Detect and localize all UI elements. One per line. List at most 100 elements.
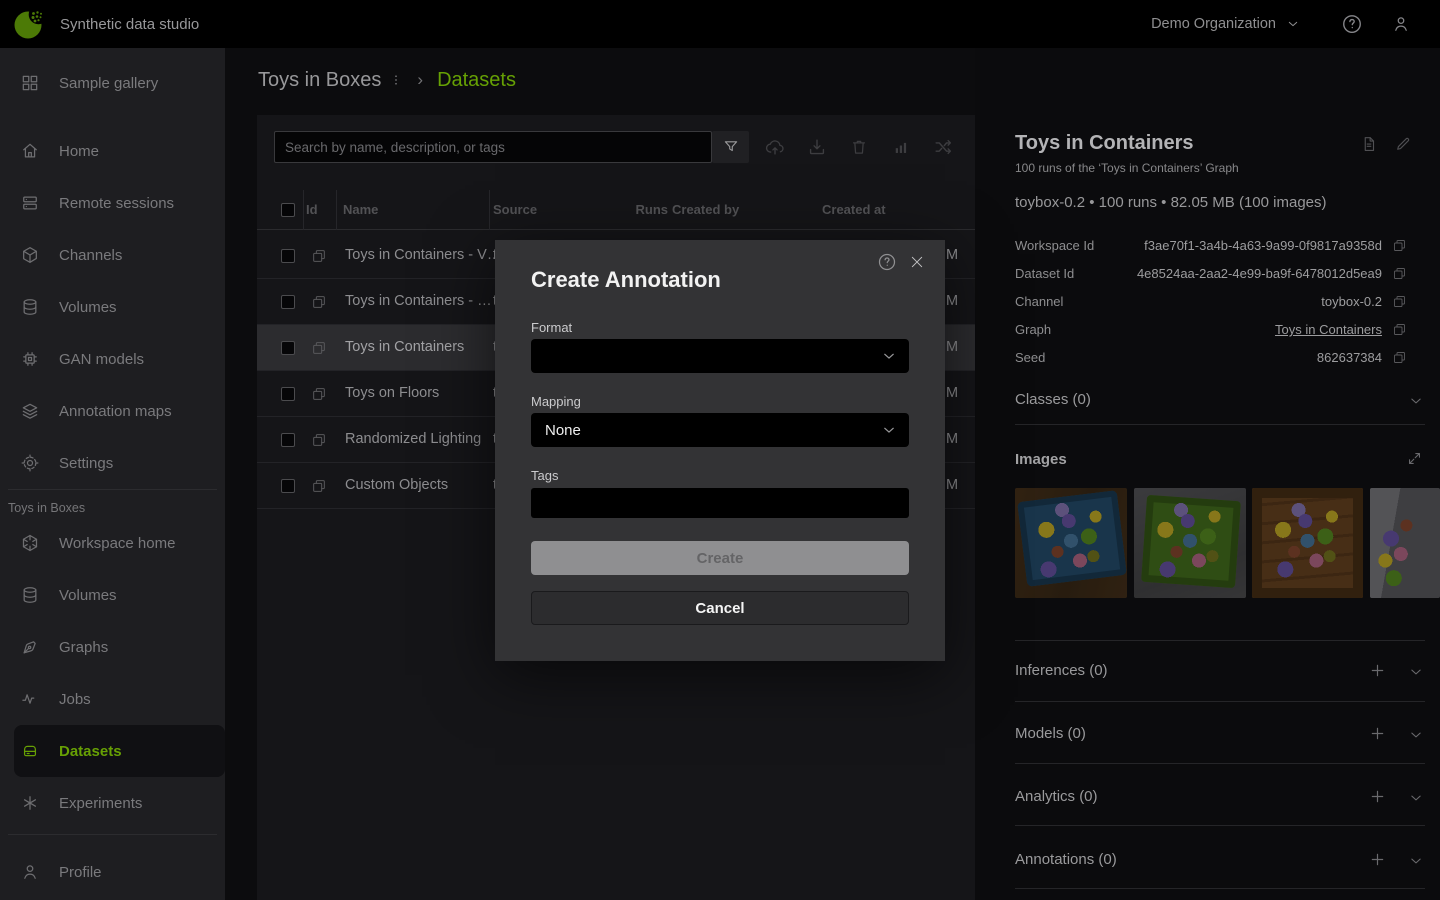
sidebar-item-channels[interactable]: Channels bbox=[0, 229, 225, 281]
dataset-name[interactable]: Randomized Lighting bbox=[345, 431, 481, 447]
plus-icon bbox=[1368, 724, 1387, 743]
chevron-down-icon[interactable] bbox=[1407, 392, 1425, 410]
column-header-id[interactable]: Id bbox=[306, 202, 318, 217]
column-header-runs[interactable]: Runs bbox=[612, 202, 668, 217]
copy-value-button[interactable] bbox=[1392, 238, 1407, 253]
sidebar-item-ws-volumes[interactable]: Volumes bbox=[0, 569, 225, 621]
section-annotations[interactable]: Annotations (0) bbox=[1015, 849, 1425, 873]
sidebar-item-annotation-maps[interactable]: Annotation maps bbox=[0, 385, 225, 437]
section-divider bbox=[1015, 825, 1425, 826]
view-document-button[interactable] bbox=[1360, 135, 1378, 153]
search-input[interactable] bbox=[274, 131, 712, 163]
sidebar-item-settings[interactable]: Settings bbox=[0, 437, 225, 489]
sidebar-item-gan-models[interactable]: GAN models bbox=[0, 333, 225, 385]
sidebar-item-jobs[interactable]: Jobs bbox=[0, 673, 225, 725]
analytics-button[interactable] bbox=[889, 135, 913, 159]
cancel-button[interactable]: Cancel bbox=[531, 591, 909, 625]
graph-link[interactable]: Toys in Containers bbox=[1275, 322, 1382, 337]
copy-icon[interactable] bbox=[311, 478, 327, 494]
breadcrumb-workspace[interactable]: Toys in Boxes bbox=[258, 69, 381, 92]
sidebar-item-experiments[interactable]: Experiments bbox=[0, 777, 225, 829]
row-checkbox[interactable] bbox=[281, 433, 295, 447]
sidebar-item-datasets[interactable]: Datasets bbox=[14, 725, 225, 777]
filter-button[interactable] bbox=[712, 131, 749, 163]
section-classes[interactable]: Classes (0) bbox=[1015, 389, 1425, 413]
row-checkbox[interactable] bbox=[281, 295, 295, 309]
row-checkbox[interactable] bbox=[281, 387, 295, 401]
expand-images-button[interactable] bbox=[1406, 450, 1423, 467]
section-divider bbox=[1015, 701, 1425, 702]
add-analytics-button[interactable] bbox=[1368, 787, 1387, 806]
help-button[interactable] bbox=[1341, 13, 1363, 35]
copy-icon[interactable] bbox=[311, 386, 327, 402]
section-inferences[interactable]: Inferences (0) bbox=[1015, 660, 1425, 684]
dataset-thumbnail[interactable] bbox=[1015, 488, 1127, 598]
copy-value-button[interactable] bbox=[1392, 294, 1407, 309]
sidebar-item-label: Experiments bbox=[59, 795, 142, 812]
breadcrumb-separator: › bbox=[417, 70, 423, 90]
database-icon bbox=[20, 585, 40, 605]
dataset-thumbnail[interactable] bbox=[1252, 488, 1363, 598]
download-icon bbox=[806, 136, 828, 158]
copy-value-button[interactable] bbox=[1392, 350, 1407, 365]
add-annotation-button[interactable] bbox=[1368, 850, 1387, 869]
column-header-source[interactable]: Source bbox=[493, 202, 537, 217]
section-models[interactable]: Models (0) bbox=[1015, 723, 1425, 747]
chevron-down-icon[interactable] bbox=[1407, 663, 1425, 681]
mapping-label: Mapping bbox=[531, 394, 581, 409]
row-checkbox[interactable] bbox=[281, 249, 295, 263]
select-all-checkbox[interactable] bbox=[281, 203, 295, 217]
dataset-name[interactable]: Toys in Containers - … bbox=[345, 293, 492, 309]
profile-menu-button[interactable] bbox=[1391, 14, 1411, 34]
add-inference-button[interactable] bbox=[1368, 661, 1387, 680]
upload-button[interactable] bbox=[763, 135, 787, 159]
modal-help-button[interactable] bbox=[877, 252, 897, 272]
create-button[interactable]: Create bbox=[531, 541, 909, 575]
chevron-down-icon[interactable] bbox=[1407, 789, 1425, 807]
chevron-down-icon[interactable] bbox=[1407, 726, 1425, 744]
row-checkbox[interactable] bbox=[281, 341, 295, 355]
app-logo-icon[interactable] bbox=[12, 7, 46, 41]
sidebar-item-home[interactable]: Home bbox=[0, 125, 225, 177]
shuffle-button[interactable] bbox=[931, 135, 955, 159]
delete-button[interactable] bbox=[847, 135, 871, 159]
edit-button[interactable] bbox=[1394, 135, 1412, 153]
column-header-created-at[interactable]: Created at bbox=[822, 202, 886, 217]
sidebar-item-remote-sessions[interactable]: Remote sessions bbox=[0, 177, 225, 229]
dataset-thumbnail[interactable] bbox=[1370, 488, 1440, 598]
org-selector[interactable]: Demo Organization bbox=[1151, 16, 1301, 32]
field-label: Channel bbox=[1015, 294, 1063, 309]
sidebar-item-profile[interactable]: Profile bbox=[0, 846, 225, 898]
download-button[interactable] bbox=[805, 135, 829, 159]
copy-icon[interactable] bbox=[311, 432, 327, 448]
dataset-name[interactable]: Toys in Containers bbox=[345, 339, 464, 355]
modal-close-button[interactable] bbox=[909, 254, 925, 270]
mapping-select[interactable]: None bbox=[531, 413, 909, 447]
sidebar-item-sample-gallery[interactable]: Sample gallery bbox=[0, 57, 225, 109]
chevron-down-icon[interactable] bbox=[1407, 852, 1425, 870]
create-annotation-modal: Create Annotation Format Mapping None Ta… bbox=[495, 240, 945, 661]
sidebar-item-workspace-home[interactable]: Workspace home bbox=[0, 517, 225, 569]
column-header-name[interactable]: Name bbox=[343, 202, 378, 217]
dataset-name[interactable]: Custom Objects bbox=[345, 477, 448, 493]
copy-icon[interactable] bbox=[311, 248, 327, 264]
kebab-menu-icon[interactable] bbox=[389, 72, 403, 88]
tags-input[interactable] bbox=[531, 488, 909, 518]
copy-icon[interactable] bbox=[311, 294, 327, 310]
copy-icon[interactable] bbox=[311, 340, 327, 356]
section-analytics[interactable]: Analytics (0) bbox=[1015, 786, 1425, 810]
sidebar-item-volumes[interactable]: Volumes bbox=[0, 281, 225, 333]
dataset-name[interactable]: Toys in Containers - V… bbox=[345, 247, 501, 263]
row-checkbox[interactable] bbox=[281, 479, 295, 493]
sidebar-item-graphs[interactable]: Graphs bbox=[0, 621, 225, 673]
copy-value-button[interactable] bbox=[1392, 266, 1407, 281]
copy-value-button[interactable] bbox=[1392, 322, 1407, 337]
dataset-name[interactable]: Toys on Floors bbox=[345, 385, 439, 401]
sidebar-item-label: Profile bbox=[59, 864, 102, 881]
breadcrumb-current[interactable]: Datasets bbox=[437, 69, 516, 92]
bar-chart-icon bbox=[892, 138, 910, 156]
column-header-created-by[interactable]: Created by bbox=[672, 202, 739, 217]
dataset-thumbnail[interactable] bbox=[1134, 488, 1246, 598]
format-select[interactable] bbox=[531, 339, 909, 373]
add-model-button[interactable] bbox=[1368, 724, 1387, 743]
